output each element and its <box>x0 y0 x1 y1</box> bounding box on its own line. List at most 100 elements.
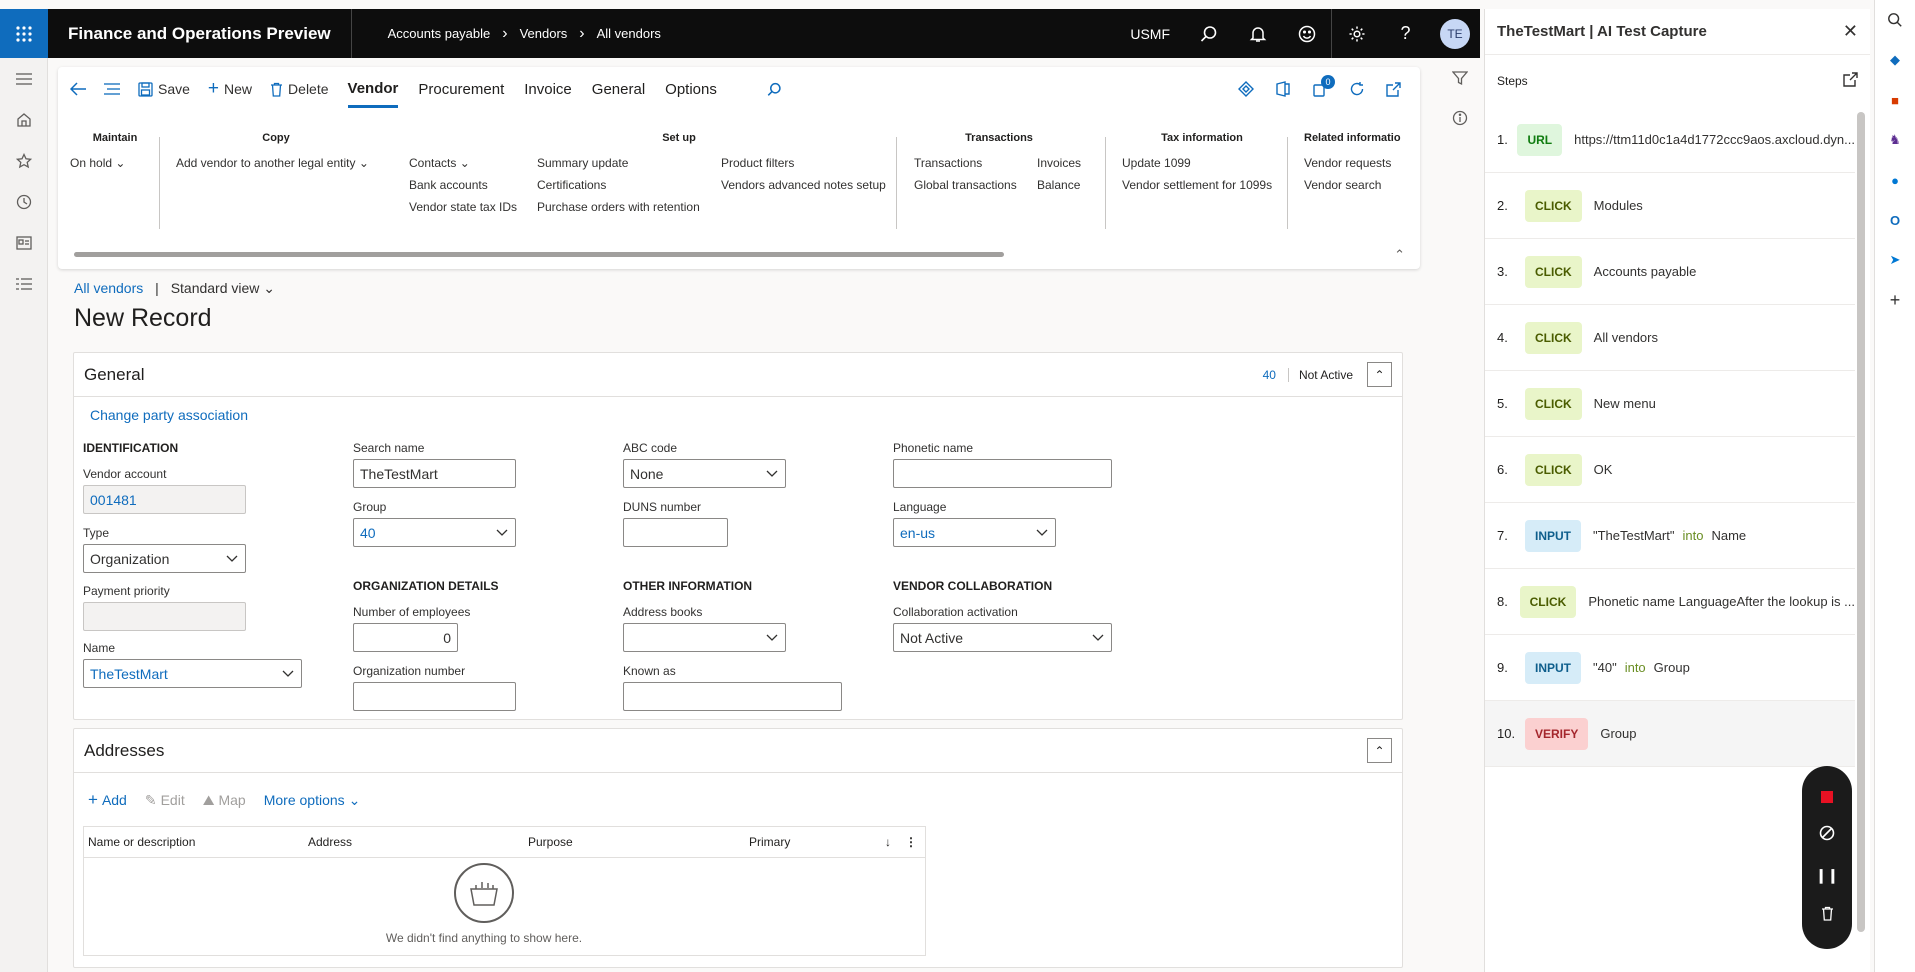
app-title[interactable]: Finance and Operations Preview <box>48 24 351 44</box>
power-apps-button[interactable] <box>1227 67 1264 111</box>
save-button[interactable]: Save <box>129 81 199 97</box>
nav-workspaces[interactable] <box>0 222 48 263</box>
edge-search-button[interactable] <box>1875 0 1915 40</box>
language-dropdown[interactable]: en-us <box>893 518 1056 547</box>
nav-favorites[interactable] <box>0 140 48 181</box>
purchase-orders-retention-button[interactable]: Purchase orders with retention <box>537 196 721 218</box>
menu-button[interactable] <box>95 83 129 95</box>
search-button[interactable] <box>1184 9 1233 58</box>
vendor-settlement-1099s-button[interactable]: Vendor settlement for 1099s <box>1122 174 1282 196</box>
settings-button[interactable] <box>1332 9 1381 58</box>
map-address-button[interactable]: ⛰ Map <box>203 790 246 810</box>
step-item[interactable]: 2. CLICK Modules <box>1485 173 1855 239</box>
close-icon[interactable]: ✕ <box>1843 21 1858 42</box>
phonetic-name-field[interactable] <box>893 459 1112 488</box>
notifications-button[interactable] <box>1233 9 1282 58</box>
delete-button[interactable]: Delete <box>261 81 337 97</box>
name-dropdown[interactable]: TheTestMart <box>83 659 302 688</box>
tab-vendor[interactable]: Vendor <box>338 67 409 111</box>
breadcrumb-all-vendors[interactable]: All vendors <box>597 26 661 41</box>
all-vendors-link[interactable]: All vendors <box>74 280 143 296</box>
col-name-or-description[interactable]: Name or description <box>84 835 308 849</box>
view-selector[interactable]: Standard view ⌄ <box>171 280 275 296</box>
employees-field[interactable]: 0 <box>353 623 458 652</box>
app-launcher-button[interactable] <box>0 9 48 58</box>
step-item[interactable]: 7. INPUT "TheTestMart" into Name <box>1485 503 1855 569</box>
back-button[interactable] <box>58 82 95 96</box>
change-party-link[interactable]: Change party association <box>90 407 248 423</box>
collab-activation-dropdown[interactable]: Not Active <box>893 623 1112 652</box>
col-address[interactable]: Address <box>308 835 528 849</box>
update-1099-button[interactable]: Update 1099 <box>1122 152 1282 174</box>
nav-recent[interactable] <box>0 181 48 222</box>
pause-button[interactable]: ❙❙ <box>1815 867 1838 884</box>
step-item[interactable]: 10. VERIFY Group <box>1485 701 1855 767</box>
breadcrumb-accounts-payable[interactable]: Accounts payable <box>388 26 491 41</box>
more-vertical-icon[interactable]: ⋮ <box>905 835 921 849</box>
step-item[interactable]: 1. URL https://ttm11d0c1a4d1772ccc9aos.axc… <box>1485 107 1855 173</box>
step-item[interactable]: 9. INPUT "40" into Group <box>1485 635 1855 701</box>
feedback-button[interactable] <box>1282 9 1331 58</box>
collapse-general-button[interactable]: ⌃ <box>1367 362 1392 387</box>
avatar[interactable]: TE <box>1440 18 1470 49</box>
refresh-button[interactable] <box>1338 67 1375 111</box>
nav-modules[interactable] <box>0 263 48 304</box>
bank-accounts-button[interactable]: Bank accounts <box>409 174 537 196</box>
outlook-button[interactable]: O <box>1875 200 1915 240</box>
address-books-dropdown[interactable] <box>623 623 786 652</box>
tab-invoice[interactable]: Invoice <box>514 67 582 111</box>
collapse-addresses-button[interactable]: ⌃ <box>1367 738 1392 763</box>
messages-button[interactable]: 0 <box>1301 67 1338 111</box>
type-dropdown[interactable]: Organization <box>83 544 246 573</box>
col-purpose[interactable]: Purpose <box>528 835 749 849</box>
search-name-field[interactable]: TheTestMart <box>353 459 516 488</box>
org-number-field[interactable] <box>353 682 516 711</box>
tab-general[interactable]: General <box>582 67 655 111</box>
vendor-search-button[interactable]: Vendor search <box>1304 174 1404 196</box>
vendor-state-tax-ids-button[interactable]: Vendor state tax IDs <box>409 196 537 218</box>
info-button[interactable] <box>1440 98 1480 138</box>
contacts-dropdown[interactable]: Contacts ⌄ <box>409 152 537 174</box>
invoices-button[interactable]: Invoices <box>1037 152 1081 174</box>
step-item[interactable]: 6. CLICK OK <box>1485 437 1855 503</box>
copilot-button[interactable]: ● <box>1875 160 1915 200</box>
known-as-field[interactable] <box>623 682 842 711</box>
company-picker[interactable]: USMF <box>1130 26 1184 42</box>
disable-button[interactable] <box>1819 825 1835 844</box>
tab-procurement[interactable]: Procurement <box>408 67 514 111</box>
edit-address-button[interactable]: ✎ Edit <box>145 790 185 810</box>
collapse-action-pane-button[interactable]: ⌃ <box>1394 247 1405 263</box>
step-item[interactable]: 8. CLICK Phonetic name LanguageAfter the l… <box>1485 569 1855 635</box>
clear-button[interactable] <box>1821 906 1834 924</box>
breadcrumb-vendors[interactable]: Vendors <box>520 26 568 41</box>
step-item[interactable]: 4. CLICK All vendors <box>1485 305 1855 371</box>
action-pane-scrollbar[interactable] <box>74 252 1004 257</box>
step-item[interactable]: 3. CLICK Accounts payable <box>1485 239 1855 305</box>
vendor-requests-button[interactable]: Vendor requests <box>1304 152 1404 174</box>
global-transactions-button[interactable]: Global transactions <box>914 174 1037 196</box>
group-dropdown[interactable]: 40 <box>353 518 516 547</box>
filter-button[interactable] <box>1440 58 1480 98</box>
step-item[interactable]: 5. CLICK New menu <box>1485 371 1855 437</box>
sort-arrow-icon[interactable]: ↓ <box>885 835 905 849</box>
col-primary[interactable]: Primary <box>749 835 885 849</box>
transactions-button[interactable]: Transactions <box>914 152 1037 174</box>
add-vendor-legal-entity-button[interactable]: Add vendor to another legal entity ⌄ <box>176 152 376 174</box>
office-button[interactable] <box>1264 67 1301 111</box>
nav-collapse-button[interactable] <box>0 58 48 99</box>
action-search-button[interactable] <box>727 82 791 97</box>
send-button[interactable]: ➤ <box>1875 240 1915 280</box>
stop-button[interactable] <box>1821 791 1833 804</box>
tools-button[interactable]: ■ <box>1875 80 1915 120</box>
add-address-button[interactable]: + Add <box>88 790 127 810</box>
tab-options[interactable]: Options <box>655 67 727 111</box>
addresses-fasttab-header[interactable]: Addresses ⌃ <box>74 729 1402 773</box>
abc-code-dropdown[interactable]: None <box>623 459 786 488</box>
open-new-window-button[interactable] <box>1375 67 1412 111</box>
games-button[interactable]: ♞ <box>1875 120 1915 160</box>
vendor-account-field[interactable]: 001481 <box>83 485 246 514</box>
vendors-advanced-notes-button[interactable]: Vendors advanced notes setup <box>721 174 886 196</box>
open-external-icon[interactable] <box>1843 72 1858 90</box>
more-options-button[interactable]: More options ⌄ <box>264 790 361 810</box>
add-sidebar-button[interactable]: + <box>1875 280 1915 320</box>
